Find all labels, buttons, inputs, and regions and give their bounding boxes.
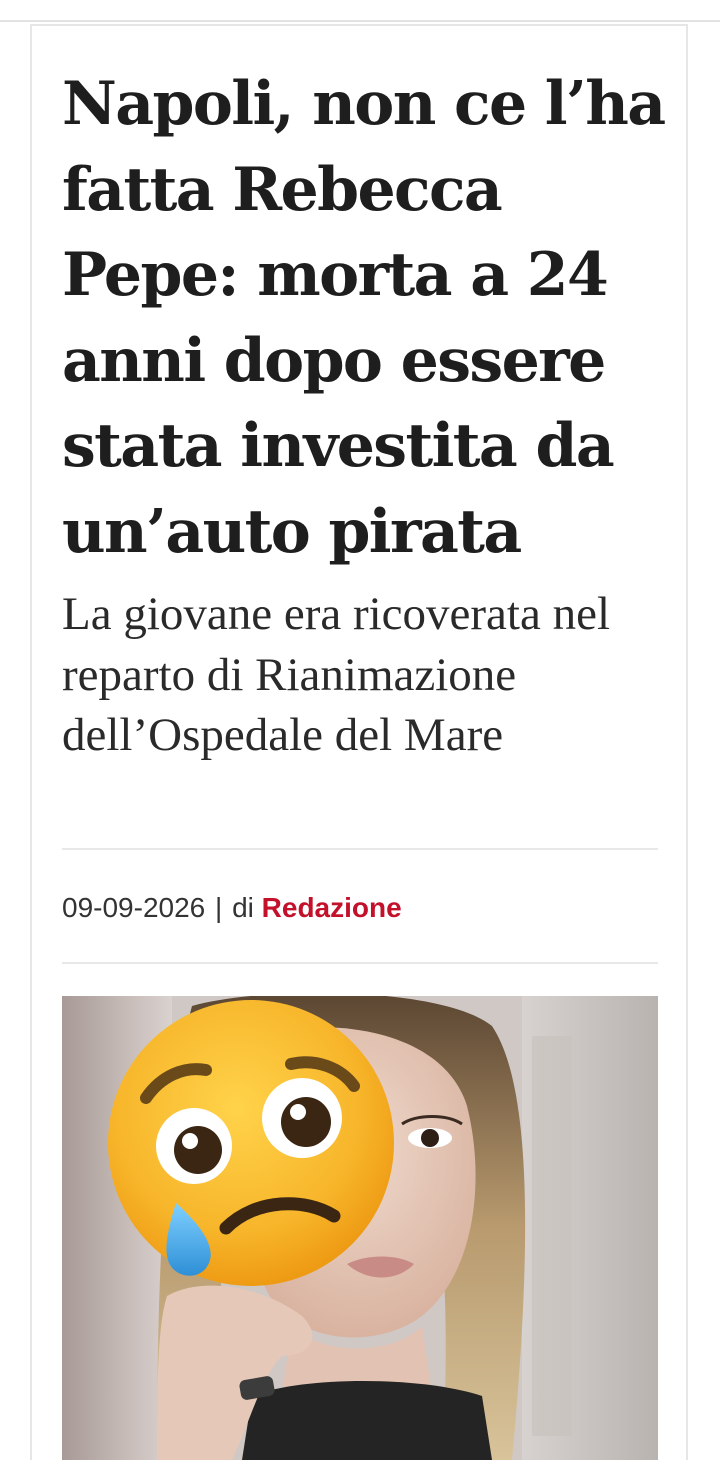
divider-below-byline xyxy=(62,962,658,964)
article-byline: 09-09-2026 | di Redazione xyxy=(62,888,402,928)
crying-face-emoji-icon xyxy=(108,1000,394,1286)
article-headline: Napoli, non ce l’ha fatta Rebecca Pepe: … xyxy=(62,69,666,567)
article-subtitle: La giovane era ricoverata nel reparto di… xyxy=(62,588,611,761)
article-photo[interactable] xyxy=(62,996,658,1460)
by-prefix: di xyxy=(232,892,254,923)
byline-separator: | xyxy=(215,892,223,923)
publish-date: 09-09-2026 xyxy=(62,892,206,923)
author-link[interactable]: Redazione xyxy=(262,892,402,923)
top-divider xyxy=(0,20,720,22)
divider-above-byline xyxy=(62,848,658,850)
